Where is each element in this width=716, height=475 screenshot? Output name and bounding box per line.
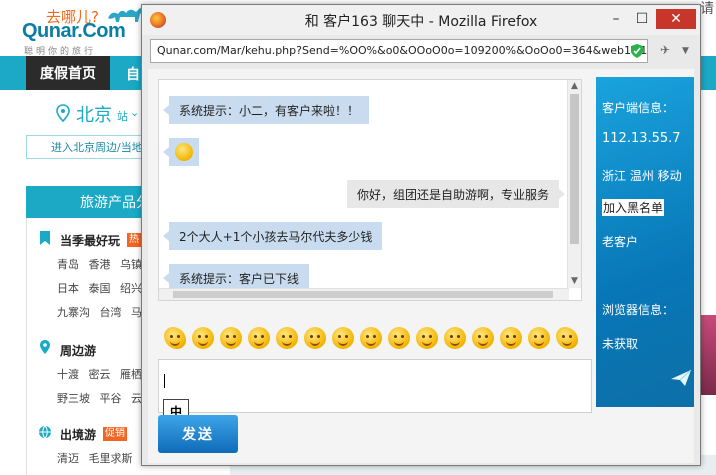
title-bar[interactable]: 和 客户163 聊天中 - Mozilla Firefox – ☐ ✕ xyxy=(142,5,700,35)
message-input[interactable] xyxy=(158,359,592,413)
emoji-toolbar xyxy=(158,321,582,357)
addon-icon[interactable]: ✈ xyxy=(660,43,670,57)
wave-emoji-icon[interactable] xyxy=(556,327,578,349)
list-item[interactable]: 野三坡 平谷 云 xyxy=(57,390,142,406)
location-pin-icon xyxy=(40,340,50,354)
vertical-scrollbar[interactable]: ▲ ▼ xyxy=(567,80,581,288)
wink-emoji-icon[interactable] xyxy=(248,327,270,349)
list-item[interactable]: 青岛 香港 乌镇 xyxy=(57,256,142,272)
chat-message-area[interactable]: 系统提示：小二，有客户来啦！！ 你好，组团还是自助游啊，专业服务 2个大人+1个… xyxy=(158,79,582,301)
list-item[interactable]: 十渡 密云 雁栖 xyxy=(57,366,142,382)
address-bar[interactable]: Qunar.com/Mar/kehu.php?Send=%OO%&o0&OOoO… xyxy=(150,39,648,63)
category-header: 旅游产品分 xyxy=(26,186,150,218)
category-panel: 当季最好玩 热 青岛 香港 乌镇 日本 泰国 绍兴 九寨沟 台湾 马 周边游 十… xyxy=(26,218,150,475)
smiley-icon xyxy=(175,143,193,161)
send-button[interactable]: 发送 xyxy=(158,415,238,453)
grin-emoji-icon[interactable] xyxy=(332,327,354,349)
blush-emoji-icon[interactable] xyxy=(360,327,382,349)
minimize-button[interactable]: – xyxy=(604,9,628,29)
scroll-down-icon[interactable]: ▼ xyxy=(571,276,578,286)
laugh-emoji-icon[interactable] xyxy=(528,327,550,349)
logo-wordmark: Qunar.Com xyxy=(22,20,126,42)
browser-info-value: 未获取 xyxy=(602,337,639,351)
pout-emoji-icon[interactable] xyxy=(388,327,410,349)
bookmark-icon xyxy=(40,231,50,245)
handshake-emoji-icon[interactable] xyxy=(164,327,186,349)
love-emoji-icon[interactable] xyxy=(444,327,466,349)
qunar-logo[interactable]: 去哪儿? Qunar.Com 聪明你的旅行 xyxy=(22,6,147,57)
chevron-down-icon[interactable]: ▼ xyxy=(682,46,689,56)
corner-text: 请 xyxy=(700,1,714,17)
list-item[interactable]: 九寨沟 台湾 马 xyxy=(57,304,142,320)
browser-info-label: 浏览器信息： xyxy=(602,303,675,317)
nav-item-vacation-home[interactable]: 度假首页 xyxy=(26,56,110,90)
thinking-emoji-icon[interactable] xyxy=(192,327,214,349)
chat-page: 系统提示：小二，有客户来啦！！ 你好，组团还是自助游啊，专业服务 2个大人+1个… xyxy=(148,69,694,463)
scrollbar-thumb[interactable] xyxy=(570,94,579,244)
chat-message-smiley xyxy=(163,138,199,166)
text-caret xyxy=(164,374,165,388)
sad-emoji-icon[interactable] xyxy=(500,327,522,349)
scroll-up-icon[interactable]: ▲ xyxy=(571,81,578,91)
client-location: 浙江 温州 移动 xyxy=(602,169,682,183)
section-title-nearby[interactable]: 周边游 xyxy=(60,342,96,359)
hot-badge: 热 xyxy=(127,233,141,247)
promo-badge: 促销 xyxy=(103,427,127,441)
location-pin-icon xyxy=(56,104,70,122)
chevron-down-icon[interactable]: ⌄ xyxy=(130,106,139,119)
chat-message: 系统提示：小二，有客户来啦！！ xyxy=(162,96,370,124)
firefox-window: 和 客户163 聊天中 - Mozilla Firefox – ☐ ✕ Quna… xyxy=(141,4,701,466)
list-item[interactable]: 日本 泰国 绍兴 xyxy=(57,280,142,296)
horizontal-scrollbar[interactable] xyxy=(159,288,569,300)
nav-item-next[interactable]: 自 xyxy=(126,64,140,84)
add-to-blacklist-link[interactable]: 加入黑名单 xyxy=(602,199,665,216)
enter-local-tours-link[interactable]: 进入北京周边/当地游 xyxy=(26,135,150,159)
section-title-seasonal[interactable]: 当季最好玩 xyxy=(60,232,120,249)
chat-message: 你好，组团还是自助游啊，专业服务 xyxy=(346,180,566,208)
list-item[interactable]: 清迈 毛里求斯 xyxy=(57,450,133,466)
sly-emoji-icon[interactable] xyxy=(276,327,298,349)
current-city[interactable]: 北京 xyxy=(76,101,112,127)
client-ip: 112.13.55.7 xyxy=(602,131,681,146)
client-info-panel: 客户端信息： 112.13.55.7 浙江 温州 移动 加入黑名单 老客户 浏览… xyxy=(596,77,694,407)
city-suffix: 站 xyxy=(117,110,128,123)
section-title-outbound[interactable]: 出境游 xyxy=(60,426,96,443)
smile-emoji-icon[interactable] xyxy=(304,327,326,349)
client-info-label: 客户端信息： xyxy=(602,101,675,115)
question-emoji-icon[interactable] xyxy=(416,327,438,349)
shield-icon[interactable] xyxy=(630,43,644,59)
scrollbar-thumb[interactable] xyxy=(173,291,553,298)
sweat-emoji-icon[interactable] xyxy=(472,327,494,349)
customer-type: 老客户 xyxy=(602,235,639,249)
close-button[interactable]: ✕ xyxy=(656,9,696,29)
chat-message: 2个大人+1个小孩去马尔代夫多少钱 xyxy=(162,222,383,250)
paper-plane-icon xyxy=(671,369,692,386)
globe-icon xyxy=(39,425,51,439)
surprised-emoji-icon[interactable] xyxy=(220,327,242,349)
maximize-button[interactable]: ☐ xyxy=(630,9,654,29)
